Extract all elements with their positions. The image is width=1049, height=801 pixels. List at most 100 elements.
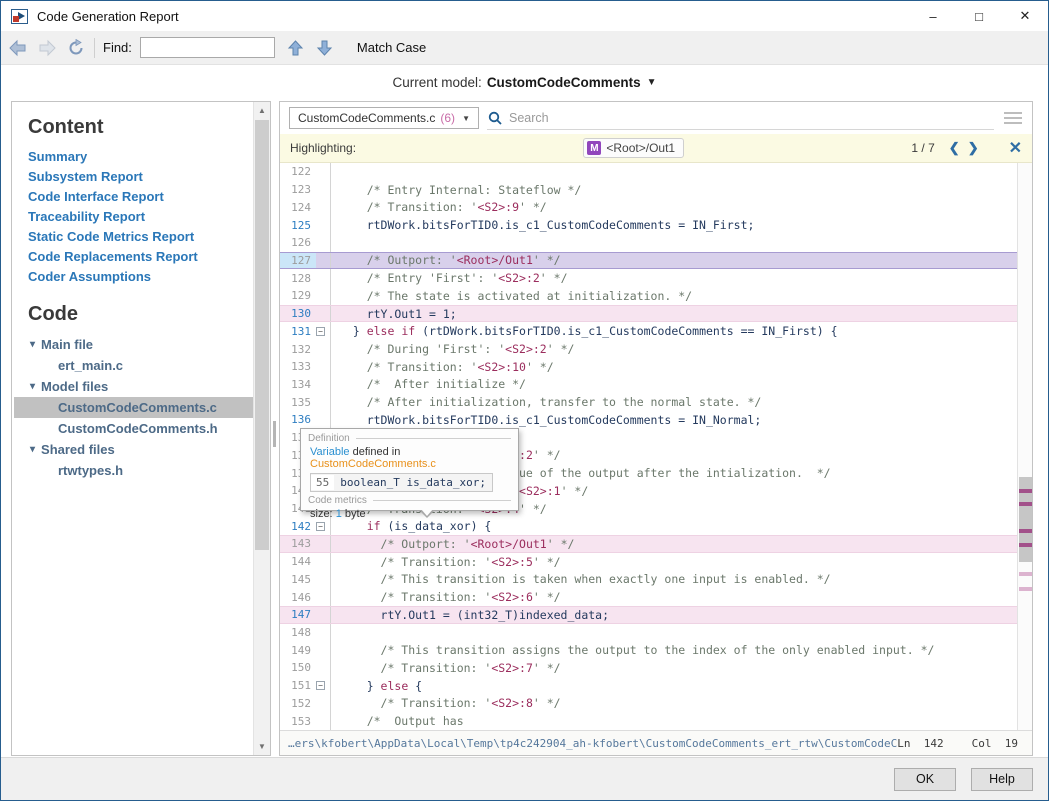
code-text: /* Transition: '<S2>:9' */ [331, 198, 1032, 216]
trace-link[interactable]: <S2>:5 [491, 555, 533, 569]
fold-gutter [316, 695, 331, 713]
highlight-position-mark[interactable] [1019, 502, 1032, 506]
previous-highlight-icon[interactable]: ❮ [949, 140, 960, 156]
current-model-dropdown-icon[interactable]: ▼ [647, 77, 657, 88]
tree-file-item[interactable]: rtwtypes.h [28, 460, 253, 481]
content-link[interactable]: Code Interface Report [28, 187, 253, 207]
file-path: …ers\kfobert\AppData\Local\Temp\tp4c2429… [288, 737, 897, 750]
tree-file-item[interactable]: ert_main.c [28, 355, 253, 376]
trace-link[interactable]: <S2>:9 [477, 200, 519, 214]
tree-group[interactable]: ▾Shared files [28, 439, 253, 460]
highlight-position-mark[interactable] [1019, 543, 1032, 547]
minimize-button[interactable]: – [910, 1, 956, 31]
sidebar-scrollbar-thumb[interactable] [255, 120, 269, 550]
tree-group[interactable]: ▾Model files [28, 376, 253, 397]
find-next-icon[interactable] [313, 37, 337, 59]
model-element-icon: M [587, 141, 601, 155]
close-button[interactable]: ✕ [1002, 1, 1048, 31]
code-line: 122 [280, 163, 1032, 181]
ok-button[interactable]: OK [894, 768, 956, 791]
line-number[interactable]: 131 [280, 322, 316, 340]
highlight-position-mark[interactable] [1019, 529, 1032, 533]
line-number: 134 [280, 376, 316, 394]
line-number[interactable]: 147 [280, 607, 316, 623]
trace-link[interactable]: <S2>:10 [477, 360, 525, 374]
content-link[interactable]: Static Code Metrics Report [28, 227, 253, 247]
content-links: SummarySubsystem ReportCode Interface Re… [28, 147, 253, 287]
comment-text: /* Entry 'First': ' [339, 271, 498, 285]
file-selector-dropdown[interactable]: CustomCodeComments.c (6) ▼ [289, 107, 479, 129]
maximize-button[interactable]: □ [956, 1, 1002, 31]
code-text: /* During 'First': '<S2>:2' */ [331, 340, 1032, 358]
line-indicator: Ln 142 [897, 737, 943, 750]
highlight-position-mark[interactable] [1019, 489, 1032, 493]
fold-gutter [316, 641, 331, 659]
scroll-up-icon[interactable]: ▲ [254, 102, 270, 119]
tree-file-item[interactable]: CustomCodeComments.h [28, 418, 253, 439]
collapse-icon[interactable]: − [316, 681, 325, 690]
highlight-badge[interactable]: M <Root>/Out1 [583, 138, 684, 158]
fold-gutter [316, 181, 331, 199]
scroll-down-icon[interactable]: ▼ [254, 738, 270, 755]
next-highlight-icon[interactable]: ❯ [968, 140, 979, 156]
highlight-position-mark[interactable] [1019, 572, 1032, 576]
window-title: Code Generation Report [37, 9, 179, 24]
collapse-icon[interactable]: − [316, 522, 325, 531]
comment-text: /* Transition: ' [339, 200, 477, 214]
file-link[interactable]: CustomCodeComments.c [310, 458, 436, 470]
trace-link[interactable]: <S2>:7 [491, 661, 533, 675]
tree-collapse-icon[interactable]: ▾ [30, 339, 35, 350]
trace-link[interactable]: <Root>/Out1 [471, 537, 547, 551]
comment-text: ' */ [533, 448, 561, 462]
close-highlighting-icon[interactable]: ✕ [1009, 138, 1022, 158]
fold-gutter [316, 376, 331, 394]
search-field[interactable]: Search [487, 106, 994, 130]
code-token [339, 519, 367, 533]
trace-link[interactable]: <S2>:6 [491, 590, 533, 604]
collapse-icon[interactable]: − [316, 327, 325, 336]
line-number[interactable]: 130 [280, 306, 316, 322]
fold-gutter [316, 253, 331, 269]
variable-link[interactable]: Variable [310, 446, 350, 458]
highlight-position-mark[interactable] [1019, 587, 1032, 591]
fold-gutter [316, 393, 331, 411]
match-case-toggle[interactable]: Match Case [357, 40, 426, 55]
line-number: 128 [280, 269, 316, 287]
line-number[interactable]: 125 [280, 216, 316, 234]
tree-group[interactable]: ▾Main file [28, 334, 253, 355]
content-link[interactable]: Summary [28, 147, 253, 167]
line-number: 153 [280, 712, 316, 730]
menu-icon[interactable] [1004, 112, 1022, 124]
refresh-icon[interactable] [64, 37, 88, 59]
trace-link[interactable]: <S2>:1 [519, 484, 561, 498]
tree-file-item[interactable]: CustomCodeComments.c [14, 397, 253, 418]
sidebar-scrollbar[interactable]: ▲ ▼ [253, 102, 270, 755]
panel-splitter-handle[interactable] [273, 421, 276, 447]
trace-link[interactable]: <S2>:2 [505, 342, 547, 356]
line-number[interactable]: 136 [280, 411, 316, 429]
help-button[interactable]: Help [971, 768, 1033, 791]
tree-collapse-icon[interactable]: ▾ [30, 444, 35, 455]
trace-link[interactable]: <S2>:8 [491, 696, 533, 710]
line-number: 124 [280, 198, 316, 216]
tree-collapse-icon[interactable]: ▾ [30, 381, 35, 392]
trace-link[interactable]: <S2>:2 [498, 271, 540, 285]
forward-icon[interactable] [35, 37, 59, 59]
code-line: 136 rtDWork.bitsForTID0.is_c1_CustomCode… [280, 411, 1032, 429]
line-number: 143 [280, 536, 316, 552]
code-scrollbar[interactable] [1017, 163, 1032, 730]
find-input[interactable] [140, 37, 275, 58]
line-number: 127 [280, 253, 316, 269]
code-line: 152 /* Transition: '<S2>:8' */ [280, 695, 1032, 713]
trace-link[interactable]: <Root>/Out1 [457, 253, 533, 267]
content-link[interactable]: Coder Assumptions [28, 267, 253, 287]
code-line: 123 /* Entry Internal: Stateflow */ [280, 181, 1032, 199]
line-number[interactable]: 142 [280, 517, 316, 535]
content-link[interactable]: Traceability Report [28, 207, 253, 227]
content-link[interactable]: Code Replacements Report [28, 247, 253, 267]
fold-gutter [316, 607, 331, 623]
comment-text: ' */ [561, 484, 589, 498]
content-link[interactable]: Subsystem Report [28, 167, 253, 187]
find-previous-icon[interactable] [284, 37, 308, 59]
back-icon[interactable] [6, 37, 30, 59]
